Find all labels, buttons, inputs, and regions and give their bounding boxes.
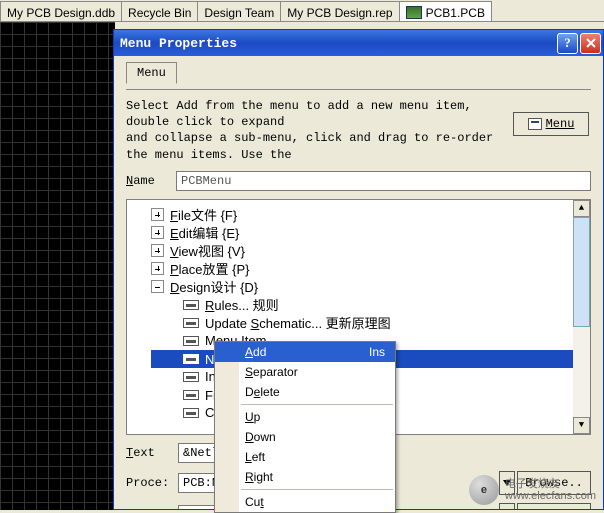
tree-node-edit[interactable]: Edit编辑 {E} <box>151 224 586 242</box>
scroll-track[interactable] <box>573 217 590 417</box>
pcb-file-icon <box>406 6 422 19</box>
scroll-thumb[interactable] <box>573 217 590 327</box>
help-button[interactable]: ? <box>557 33 578 54</box>
tree-scrollbar[interactable]: ▲ ▼ <box>573 200 590 434</box>
browse-button[interactable]: Browse.. <box>517 471 591 495</box>
instruction-text-1: Select Add from the menu to add a new me… <box>126 98 496 130</box>
process-label: Proce: <box>126 476 176 490</box>
ctx-right[interactable]: Right <box>215 467 395 487</box>
tab-pcb1[interactable]: PCB1.PCB <box>399 1 492 21</box>
document-tabstrip: My PCB Design.ddb Recycle Bin Design Tea… <box>0 0 604 22</box>
menuitem-icon <box>183 318 199 328</box>
text-label: Text <box>126 446 176 460</box>
ctx-add[interactable]: AddIns <box>215 342 395 362</box>
scroll-up-button[interactable]: ▲ <box>573 200 590 217</box>
tree-item-update-schematic[interactable]: Update Schematic... 更新原理图 <box>151 314 586 332</box>
tree-node-place[interactable]: Place放置 {P} <box>151 260 586 278</box>
tab-pcb1-label: PCB1.PCB <box>426 6 485 20</box>
tree-item-rules[interactable]: Rules... 规则 <box>151 296 586 314</box>
context-menu-divider <box>241 404 393 405</box>
expand-icon[interactable] <box>151 226 164 239</box>
close-button[interactable] <box>580 33 601 54</box>
close-icon <box>585 37 597 49</box>
process-dropdown-button[interactable] <box>499 471 515 495</box>
menuitem-icon <box>183 390 199 400</box>
tab-designteam[interactable]: Design Team <box>197 1 281 21</box>
scroll-down-button[interactable]: ▼ <box>573 417 590 434</box>
params-dropdown-button[interactable] <box>499 503 515 509</box>
menu-button[interactable]: Menu <box>513 112 589 136</box>
pcb-canvas[interactable] <box>0 22 115 510</box>
menuitem-icon <box>183 408 199 418</box>
expand-icon[interactable] <box>151 244 164 257</box>
ctx-left[interactable]: Left <box>215 447 395 467</box>
ctx-down[interactable]: Down <box>215 427 395 447</box>
params-label: Param <box>126 508 176 509</box>
tree-node-file[interactable]: File文件 {F} <box>151 206 586 224</box>
name-label: Name <box>126 174 170 188</box>
expand-icon[interactable] <box>151 208 164 221</box>
instruction-text-2: and collapse a sub-menu, click and drag … <box>126 130 496 162</box>
expand-icon[interactable] <box>151 262 164 275</box>
menuitem-icon <box>183 354 199 364</box>
tab-recycle[interactable]: Recycle Bin <box>121 1 198 21</box>
chevron-down-icon <box>503 480 511 486</box>
menu-icon <box>528 118 542 130</box>
dialog-title: Menu Properties <box>120 36 237 51</box>
menuitem-icon <box>183 300 199 310</box>
ctx-cut[interactable]: Cut <box>215 492 395 512</box>
context-menu-divider <box>241 489 393 490</box>
menuitem-icon <box>183 372 199 382</box>
ctx-delete[interactable]: Delete <box>215 382 395 402</box>
tree-context-menu: AddIns Separator Delete Up Down Left Rig… <box>214 341 396 513</box>
menuitem-icon <box>183 336 199 346</box>
subtab-menu[interactable]: Menu <box>126 62 177 84</box>
tab-ddb[interactable]: My PCB Design.ddb <box>0 1 122 21</box>
ctx-up[interactable]: Up <box>215 407 395 427</box>
ctx-add-accel: Ins <box>369 345 385 359</box>
menu-button-label: Menu <box>546 117 575 131</box>
dialog-titlebar[interactable]: Menu Properties ? <box>114 30 603 56</box>
tree-node-design[interactable]: Design设计 {D} <box>151 278 586 296</box>
collapse-icon[interactable] <box>151 280 164 293</box>
name-input[interactable] <box>176 171 591 191</box>
ctx-separator[interactable]: Separator <box>215 362 395 382</box>
info-button[interactable]: Info... <box>517 503 591 509</box>
tree-node-view[interactable]: View视图 {V} <box>151 242 586 260</box>
tab-rep[interactable]: My PCB Design.rep <box>280 1 399 21</box>
